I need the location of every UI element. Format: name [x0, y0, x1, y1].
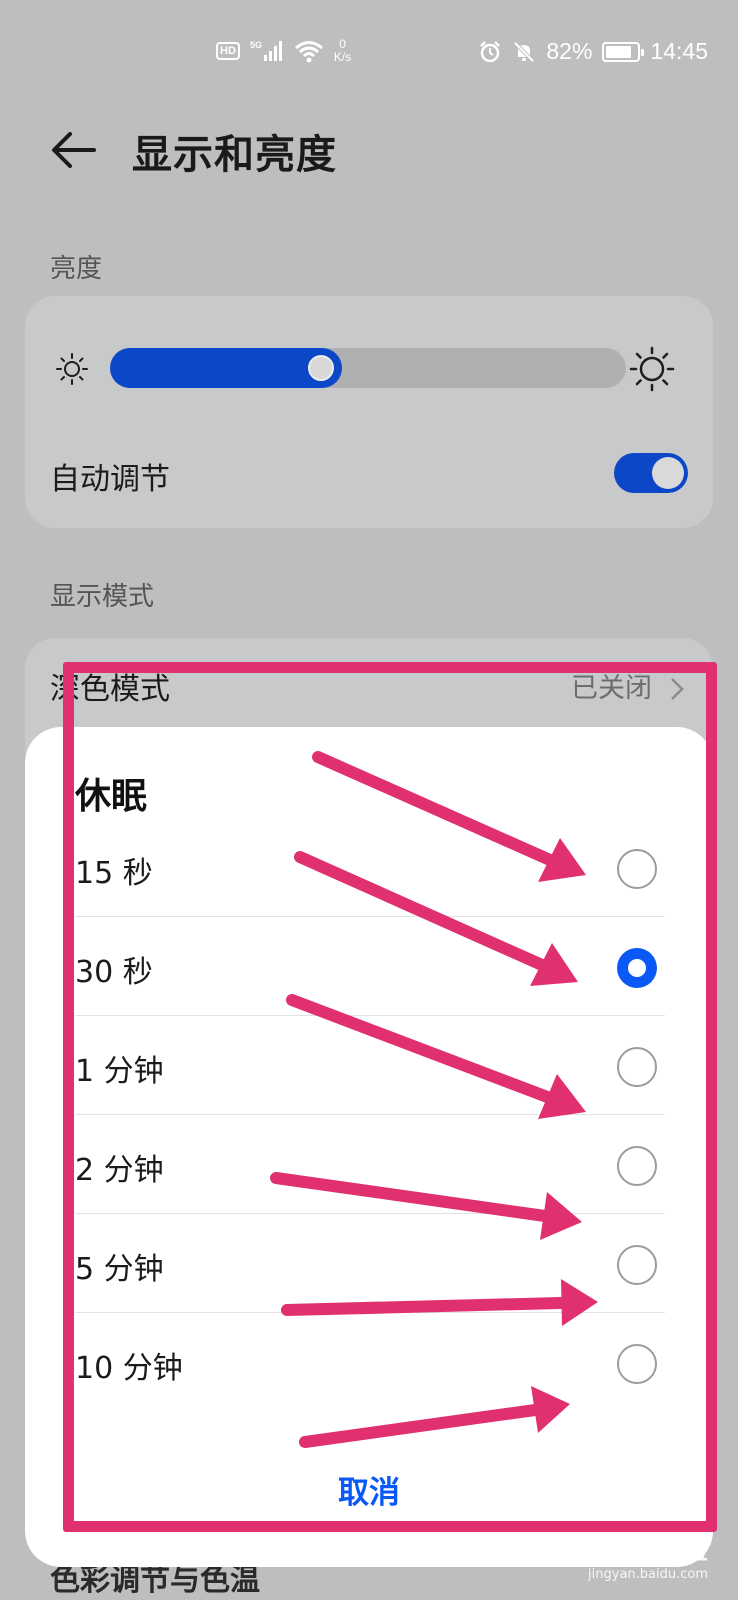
- option-label: 2 分钟: [75, 1153, 164, 1188]
- option-label: 15 秒: [75, 856, 153, 891]
- alarm-icon: [480, 40, 501, 62]
- status-left-icons: HD 5G 0 K/s: [216, 38, 351, 64]
- watermark-url: jingyan.baidu.com: [588, 1567, 708, 1582]
- battery-percent: 82%: [546, 38, 593, 64]
- network-speed: 0 K/s: [333, 37, 352, 64]
- sun-small-icon: [56, 353, 88, 385]
- auto-brightness-toggle[interactable]: [614, 453, 688, 493]
- option-label: 30 秒: [75, 955, 153, 990]
- watermark-logo: Baidu经验: [583, 1535, 708, 1565]
- dark-mode-label[interactable]: 深色模式: [50, 664, 170, 708]
- battery-icon: [602, 41, 645, 62]
- sleep-option-1min[interactable]: 1 分钟: [75, 1016, 665, 1115]
- status-bar: HD 5G 0 K/s 82% 14:45: [0, 0, 738, 100]
- cancel-button[interactable]: 取消: [25, 1467, 713, 1512]
- brightness-slider[interactable]: [110, 348, 626, 388]
- bell-muted-icon: [513, 41, 535, 62]
- back-arrow-icon[interactable]: [50, 128, 98, 172]
- hd-icon: HD: [216, 42, 240, 60]
- battery-level-fill: [606, 45, 632, 58]
- sun-large-icon: [629, 346, 675, 392]
- wifi-icon: [294, 41, 323, 63]
- chevron-right-icon[interactable]: [669, 676, 685, 702]
- sleep-option-5min[interactable]: 5 分钟: [75, 1214, 665, 1313]
- status-right-icons: 82% 14:45: [478, 38, 708, 65]
- option-label: 5 分钟: [75, 1252, 164, 1287]
- radio-button[interactable]: [617, 948, 657, 988]
- page-title: 显示和亮度: [132, 132, 337, 178]
- sleep-dialog: 休眠 15 秒 30 秒 1 分钟 2 分钟 5 分钟 10 分钟 取消: [25, 727, 713, 1567]
- sleep-option-2min[interactable]: 2 分钟: [75, 1115, 665, 1214]
- title-bar: 显示和亮度: [0, 110, 738, 190]
- sleep-option-30s[interactable]: 30 秒: [75, 917, 665, 1016]
- svg-text:5G: 5G: [250, 40, 262, 50]
- radio-button[interactable]: [617, 1047, 657, 1087]
- dark-mode-value[interactable]: 已关闭: [571, 666, 652, 705]
- brightness-section-label: 亮度: [50, 254, 103, 284]
- sleep-option-15s[interactable]: 15 秒: [75, 818, 665, 917]
- display-mode-section-label: 显示模式: [50, 582, 155, 612]
- radio-button[interactable]: [617, 1344, 657, 1384]
- radio-button[interactable]: [617, 1245, 657, 1285]
- clock: 14:45: [650, 38, 708, 64]
- brightness-slider-thumb[interactable]: [308, 355, 334, 381]
- toggle-knob: [652, 457, 684, 489]
- radio-button[interactable]: [617, 1146, 657, 1186]
- watermark: Baidu经验 jingyan.baidu.com: [584, 1530, 708, 1582]
- option-label: 1 分钟: [75, 1054, 164, 1089]
- signal-5g-icon: 5G: [250, 40, 282, 61]
- radio-button[interactable]: [617, 849, 657, 889]
- option-label: 10 分钟: [75, 1351, 183, 1386]
- sleep-option-10min[interactable]: 10 分钟: [75, 1313, 665, 1412]
- auto-brightness-label: 自动调节: [50, 462, 170, 497]
- brightness-card: 自动调节: [25, 296, 713, 528]
- dialog-title: 休眠: [75, 776, 148, 817]
